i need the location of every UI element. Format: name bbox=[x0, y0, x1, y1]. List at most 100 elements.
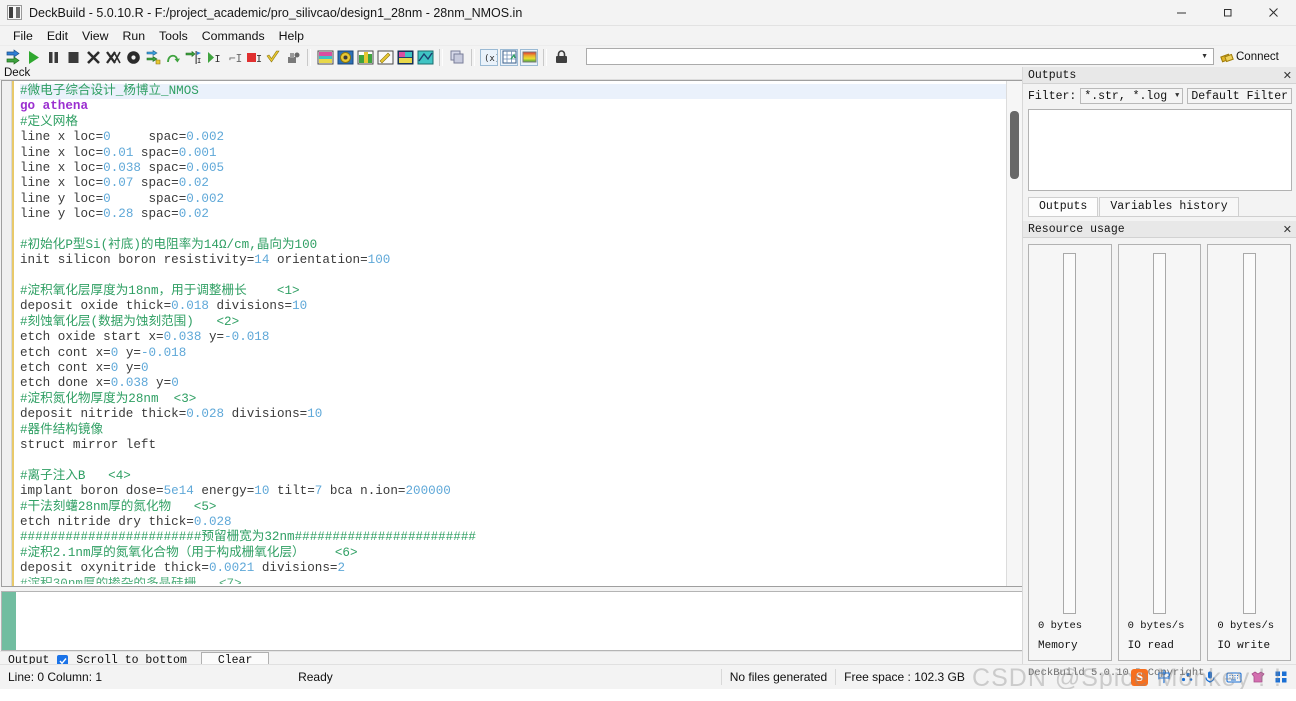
code-line[interactable]: etch oxide start x=0.038 y=-0.018 bbox=[20, 330, 1006, 345]
extract-icon[interactable] bbox=[416, 48, 434, 66]
check-deck-icon[interactable] bbox=[264, 48, 282, 66]
output-console-text[interactable] bbox=[16, 592, 1022, 650]
code-line[interactable]: #淀积氧化层厚度为18nm，用于调整栅长 <1> bbox=[20, 284, 1006, 299]
tonyplot-icon[interactable] bbox=[316, 48, 334, 66]
code-token: 0 bbox=[171, 376, 179, 391]
code-token: divisions= bbox=[208, 299, 293, 314]
filter-combo[interactable]: *.str, *.log ▼ bbox=[1080, 88, 1184, 104]
lock-icon[interactable] bbox=[552, 48, 570, 66]
code-token: spac= bbox=[110, 130, 187, 145]
break-icon[interactable]: I bbox=[244, 48, 262, 66]
svg-text:I: I bbox=[256, 54, 262, 65]
code-line[interactable]: line x loc=0.07 spac=0.02 bbox=[20, 176, 1006, 191]
deck-editor[interactable]: #微电子综合设计_杨博立_NMOS go athena #定义网格 line x lo… bbox=[1, 80, 1022, 587]
run-to-flag-icon[interactable]: I bbox=[184, 48, 202, 66]
code-line[interactable]: #干法刻蠴28nm厚的氮化物 <5> bbox=[20, 500, 1006, 515]
maskviews-icon[interactable] bbox=[336, 48, 354, 66]
code-line[interactable]: line y loc=0 spac=0.002 bbox=[20, 192, 1006, 207]
ime-toolbox-icon[interactable] bbox=[1274, 670, 1288, 684]
step-over-icon[interactable] bbox=[164, 48, 182, 66]
output-console[interactable] bbox=[1, 591, 1022, 651]
deck-pane-title: Deck bbox=[0, 67, 1022, 80]
code-line[interactable]: #淀积30nm厚的掺杂的多晶硅栅 <7> bbox=[20, 577, 1006, 584]
optimizer-icon[interactable] bbox=[396, 48, 414, 66]
code-line[interactable]: line x loc=0.01 spac=0.001 bbox=[20, 146, 1006, 161]
stop-icon[interactable] bbox=[64, 48, 82, 66]
tool-setup-icon[interactable] bbox=[284, 48, 302, 66]
code-token: init silicon boron resistivity= bbox=[20, 253, 255, 268]
tab-outputs[interactable]: Outputs bbox=[1028, 197, 1099, 216]
tab-variables-history[interactable]: Variables history bbox=[1099, 197, 1239, 216]
code-line[interactable]: deposit oxide thick=0.018 divisions=10 bbox=[20, 299, 1006, 314]
code-line[interactable]: init silicon boron resistivity=14 orient… bbox=[20, 253, 1006, 268]
devedit-icon[interactable] bbox=[356, 48, 374, 66]
menu-item-help[interactable]: Help bbox=[272, 27, 311, 45]
ime-chinese-icon[interactable]: 中 bbox=[1157, 667, 1171, 687]
code-line[interactable]: #淀积氮化物厚度为28nm <3> bbox=[20, 392, 1006, 407]
copy-windows-icon[interactable] bbox=[448, 48, 466, 66]
code-line[interactable]: deposit oxynitride thick=0.0021 division… bbox=[20, 561, 1006, 576]
code-token: #干法刻蠴28nm厚的氮化物 <5> bbox=[20, 499, 217, 514]
menu-item-file[interactable]: File bbox=[6, 27, 40, 45]
step-into-icon[interactable] bbox=[144, 48, 162, 66]
code-token: divisions= bbox=[254, 561, 338, 576]
minimize-icon[interactable] bbox=[1158, 0, 1204, 25]
variables-icon[interactable]: (x) bbox=[480, 48, 498, 66]
menu-item-view[interactable]: View bbox=[75, 27, 115, 45]
ime-keyboard-icon[interactable] bbox=[1226, 670, 1242, 684]
connect-button[interactable]: Connect bbox=[1218, 48, 1282, 65]
code-line[interactable]: go athena bbox=[20, 99, 1006, 114]
code-line[interactable]: #离子注入B <4> bbox=[20, 469, 1006, 484]
execution-combo[interactable]: ▼ bbox=[586, 48, 1214, 65]
edit-deck-icon[interactable] bbox=[376, 48, 394, 66]
menu-item-commands[interactable]: Commands bbox=[195, 27, 272, 45]
pause-icon[interactable] bbox=[44, 48, 62, 66]
code-line[interactable]: etch cont x=0 y=-0.018 bbox=[20, 346, 1006, 361]
code-line[interactable]: #刻蚀氧化层(数据为蚀刻范围) <2> bbox=[20, 315, 1006, 330]
close-icon[interactable] bbox=[1250, 0, 1296, 25]
menu-item-run[interactable]: Run bbox=[115, 27, 152, 45]
scrollbar-thumb[interactable] bbox=[1010, 111, 1019, 179]
code-line[interactable] bbox=[20, 453, 1006, 468]
code-line[interactable] bbox=[20, 269, 1006, 284]
spreadsheet-icon[interactable] bbox=[500, 48, 518, 66]
set-line-icon[interactable]: ⌐I bbox=[224, 48, 242, 66]
code-line[interactable]: #淀积2.1nm厚的氮氧化合物（用于构成栅氧化层） <6> bbox=[20, 546, 1006, 561]
code-line[interactable]: ########################预留栅宽为32nm#######… bbox=[20, 530, 1006, 545]
code-line[interactable]: #初始化P型Si(衬底)的电阻率为14Ω/cm,晶向为100 bbox=[20, 238, 1006, 253]
run-deck-icon[interactable] bbox=[4, 48, 22, 66]
code-line[interactable]: #器件结构镜像 bbox=[20, 423, 1006, 438]
code-line[interactable]: etch done x=0.038 y=0 bbox=[20, 376, 1006, 391]
menu-item-tools[interactable]: Tools bbox=[152, 27, 195, 45]
outputs-file-list[interactable] bbox=[1028, 109, 1292, 191]
code-line[interactable]: #定义网格 bbox=[20, 115, 1006, 130]
ime-voice-icon[interactable] bbox=[1203, 670, 1217, 684]
kill-all-icon[interactable] bbox=[104, 48, 122, 66]
menu-item-edit[interactable]: Edit bbox=[40, 27, 75, 45]
editor-gutter[interactable] bbox=[2, 81, 14, 586]
code-line[interactable]: etch cont x=0 y=0 bbox=[20, 361, 1006, 376]
step-line-icon[interactable]: I bbox=[204, 48, 222, 66]
close-icon[interactable]: ✕ bbox=[1283, 223, 1292, 236]
continue-icon[interactable] bbox=[24, 48, 42, 66]
deck-code[interactable]: #微电子综合设计_杨博立_NMOS go athena #定义网格 line x lo… bbox=[12, 81, 1006, 586]
code-line[interactable]: etch nitride dry thick=0.028 bbox=[20, 515, 1006, 530]
sogou-logo-icon[interactable]: S bbox=[1131, 668, 1148, 686]
code-line[interactable]: line x loc=0 spac=0.002 bbox=[20, 130, 1006, 145]
ime-punctuation-icon[interactable] bbox=[1180, 670, 1194, 684]
ime-skin-icon[interactable] bbox=[1251, 670, 1265, 684]
deck-vertical-scrollbar[interactable] bbox=[1006, 81, 1022, 586]
code-line[interactable]: struct mirror left bbox=[20, 438, 1006, 453]
maximize-icon[interactable] bbox=[1204, 0, 1250, 25]
code-line[interactable]: #微电子综合设计_杨博立_NMOS bbox=[20, 84, 1006, 100]
colormap-icon[interactable] bbox=[520, 48, 538, 66]
code-line[interactable]: deposit nitride thick=0.028 divisions=10 bbox=[20, 407, 1006, 422]
close-icon[interactable]: ✕ bbox=[1283, 69, 1292, 82]
code-line[interactable] bbox=[20, 223, 1006, 238]
code-line[interactable]: line x loc=0.038 spac=0.005 bbox=[20, 161, 1006, 176]
record-icon[interactable] bbox=[124, 48, 142, 66]
kill-icon[interactable] bbox=[84, 48, 102, 66]
code-line[interactable]: line y loc=0.28 spac=0.02 bbox=[20, 207, 1006, 222]
code-line[interactable]: implant boron dose=5e14 energy=10 tilt=7… bbox=[20, 484, 1006, 499]
default-filter-button[interactable]: Default Filter bbox=[1187, 88, 1292, 104]
